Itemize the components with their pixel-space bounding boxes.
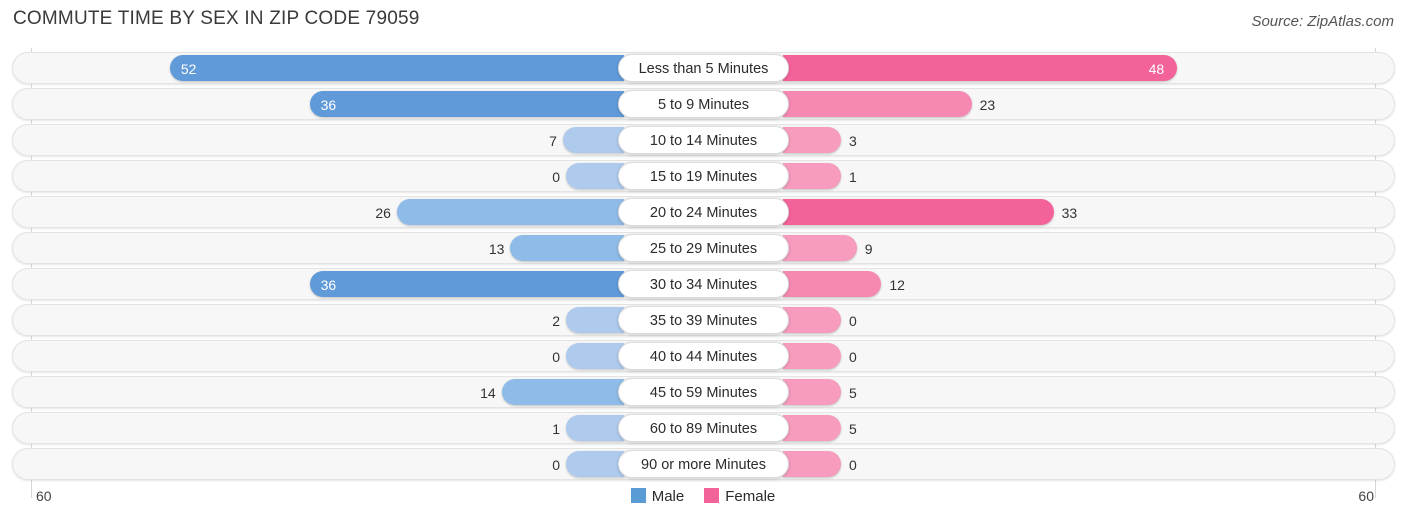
bar-male[interactable] xyxy=(169,55,624,81)
category-label: 60 to 89 Minutes xyxy=(618,414,789,442)
bar-value-male: 26 xyxy=(375,205,391,221)
bar-value-female: 0 xyxy=(849,349,857,365)
bar-group: 13 9 25 to 29 Minutes xyxy=(13,233,1394,263)
chart-row[interactable]: 36 23 5 to 9 Minutes xyxy=(12,88,1395,120)
chart-row[interactable]: 13 9 25 to 29 Minutes xyxy=(12,232,1395,264)
bar-value-male: 2 xyxy=(552,313,560,329)
chart-source: Source: ZipAtlas.com xyxy=(1251,13,1394,30)
bar-group: 52 48 Less than 5 Minutes xyxy=(13,53,1394,83)
bar-female[interactable] xyxy=(783,379,841,405)
bar-female[interactable] xyxy=(783,271,882,297)
chart-row[interactable]: 1 5 60 to 89 Minutes xyxy=(12,412,1395,444)
chart-title: COMMUTE TIME BY SEX IN ZIP CODE 79059 xyxy=(13,8,420,29)
bar-value-female: 0 xyxy=(849,313,857,329)
bar-value-male: 0 xyxy=(552,169,560,185)
bar-value-female: 1 xyxy=(849,169,857,185)
bar-male[interactable] xyxy=(309,271,624,297)
legend-label: Male xyxy=(651,487,685,505)
category-label: 25 to 29 Minutes xyxy=(618,234,789,262)
bar-value-female: 0 xyxy=(849,457,857,473)
bar-group: 0 0 40 to 44 Minutes xyxy=(13,341,1394,371)
bar-male[interactable] xyxy=(396,199,624,225)
bar-female[interactable] xyxy=(783,415,841,441)
chart-row[interactable]: 0 1 15 to 19 Minutes xyxy=(12,160,1395,192)
bar-group: 1 5 60 to 89 Minutes xyxy=(13,413,1394,443)
bar-value-female: 12 xyxy=(889,277,905,293)
bar-male[interactable] xyxy=(566,451,624,477)
chart-row[interactable]: 36 12 30 to 34 Minutes xyxy=(12,268,1395,300)
bar-value-male: 7 xyxy=(549,133,557,149)
bar-value-female: 48 xyxy=(1148,61,1165,77)
chart-plot-area: 52 48 Less than 5 Minutes 36 23 5 to 9 Minute… xyxy=(0,48,1406,498)
chart-row[interactable]: 26 33 20 to 24 Minutes xyxy=(12,196,1395,228)
bar-male[interactable] xyxy=(566,163,624,189)
chart-row[interactable]: 2 0 35 to 39 Minutes xyxy=(12,304,1395,336)
category-label: 15 to 19 Minutes xyxy=(618,162,789,190)
chart-legend: Male Female xyxy=(0,487,1406,505)
bar-value-male: 0 xyxy=(552,457,560,473)
legend-swatch-icon xyxy=(630,487,646,503)
bar-value-male: 52 xyxy=(180,61,197,77)
bar-male[interactable] xyxy=(566,415,624,441)
category-label: 30 to 34 Minutes xyxy=(618,270,789,298)
category-label: 35 to 39 Minutes xyxy=(618,306,789,334)
bar-value-female: 9 xyxy=(864,241,873,257)
bar-male[interactable] xyxy=(566,343,624,369)
bar-value-female: 3 xyxy=(849,133,857,149)
bar-female[interactable] xyxy=(783,127,841,153)
category-label: 10 to 14 Minutes xyxy=(618,126,789,154)
bar-female[interactable] xyxy=(783,307,841,333)
bar-female[interactable] xyxy=(783,55,1177,81)
bar-group: 26 33 20 to 24 Minutes xyxy=(13,197,1394,227)
chart-row[interactable]: 52 48 Less than 5 Minutes xyxy=(12,52,1395,84)
bar-male[interactable] xyxy=(510,235,624,261)
bar-value-female: 5 xyxy=(849,385,857,401)
bar-value-female: 33 xyxy=(1061,205,1078,221)
legend-swatch-icon xyxy=(704,487,720,503)
bar-female[interactable] xyxy=(783,199,1054,225)
category-label: 5 to 9 Minutes xyxy=(618,90,789,118)
bar-value-female: 5 xyxy=(849,421,857,437)
bar-male[interactable] xyxy=(566,307,624,333)
bar-value-female: 23 xyxy=(979,97,996,113)
bar-value-male: 13 xyxy=(488,241,505,257)
legend-item-female[interactable]: Female xyxy=(704,487,776,505)
bar-value-male: 0 xyxy=(552,349,560,365)
bar-male[interactable] xyxy=(562,127,624,153)
bar-group: 2 0 35 to 39 Minutes xyxy=(13,305,1394,335)
bar-male[interactable] xyxy=(309,91,624,117)
chart-row[interactable]: 0 0 40 to 44 Minutes xyxy=(12,340,1395,372)
bar-group: 36 12 30 to 34 Minutes xyxy=(13,269,1394,299)
bar-value-male: 36 xyxy=(320,277,337,293)
bar-group: 0 0 90 or more Minutes xyxy=(13,449,1394,479)
bar-group: 0 1 15 to 19 Minutes xyxy=(13,161,1394,191)
bar-group: 14 5 45 to 59 Minutes xyxy=(13,377,1394,407)
category-label: 40 to 44 Minutes xyxy=(618,342,789,370)
chart-row[interactable]: 14 5 45 to 59 Minutes xyxy=(12,376,1395,408)
bar-female[interactable] xyxy=(783,451,841,477)
bar-group: 7 3 10 to 14 Minutes xyxy=(13,125,1394,155)
legend-label: Female xyxy=(725,487,776,505)
bar-female[interactable] xyxy=(783,235,857,261)
category-label: 90 or more Minutes xyxy=(618,450,789,478)
chart-row[interactable]: 7 3 10 to 14 Minutes xyxy=(12,124,1395,156)
bar-female[interactable] xyxy=(783,91,972,117)
chart-row[interactable]: 0 0 90 or more Minutes xyxy=(12,448,1395,480)
legend-item-male[interactable]: Male xyxy=(630,487,685,505)
bar-female[interactable] xyxy=(783,343,841,369)
bar-group: 36 23 5 to 9 Minutes xyxy=(13,89,1394,119)
bar-value-male: 14 xyxy=(480,385,496,401)
category-label: Less than 5 Minutes xyxy=(618,54,789,82)
bar-female[interactable] xyxy=(783,163,841,189)
bar-male[interactable] xyxy=(501,379,624,405)
category-label: 45 to 59 Minutes xyxy=(618,378,789,406)
bar-value-male: 36 xyxy=(320,97,337,113)
category-label: 20 to 24 Minutes xyxy=(618,198,789,226)
bar-value-male: 1 xyxy=(552,421,560,437)
